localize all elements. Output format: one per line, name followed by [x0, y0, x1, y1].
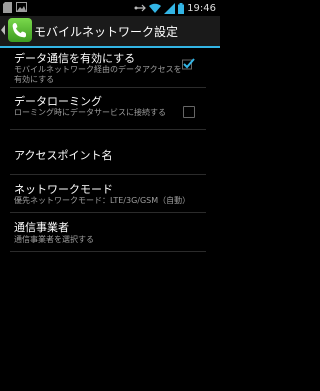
setting-network-mode[interactable]: ネットワークモード 優先ネットワークモード：LTE/3G/GSM（自動）: [0, 176, 220, 212]
action-bar: モバイルネットワーク設定: [0, 16, 220, 46]
battery-icon: [178, 2, 185, 14]
setting-title: ネットワークモード: [14, 183, 113, 196]
setting-access-point-names[interactable]: アクセスポイント名: [0, 132, 220, 174]
image-icon: [16, 2, 27, 12]
notification-icons: [3, 2, 27, 13]
setting-summary: モバイルネットワーク経由のデータアクセスを有効にする: [14, 65, 182, 84]
divider: [10, 212, 206, 213]
phone-settings-icon: [8, 18, 32, 42]
setting-summary: 優先ネットワークモード：LTE/3G/GSM（自動）: [14, 196, 191, 205]
setting-title: データ通信を有効にする: [14, 52, 136, 65]
divider: [10, 129, 206, 130]
setting-summary: ローミング時にデータサービスに接続する: [14, 108, 166, 117]
up-button[interactable]: [0, 16, 34, 46]
data-enabled-checkbox[interactable]: [181, 57, 195, 71]
signal-icon: [164, 2, 176, 14]
setting-title: アクセスポイント名: [14, 149, 113, 162]
setting-network-operator[interactable]: 通信事業者 通信事業者を選択する: [0, 214, 220, 250]
back-caret-icon: [1, 25, 5, 35]
setting-title: 通信事業者: [14, 221, 69, 234]
divider: [10, 251, 206, 252]
divider: [10, 174, 206, 175]
setting-title: データローミング: [14, 95, 102, 108]
wifi-icon: [149, 3, 162, 13]
divider: [10, 87, 206, 88]
sd-card-icon: [3, 2, 12, 13]
page-title: モバイルネットワーク設定: [34, 25, 179, 39]
data-roaming-checkbox[interactable]: [183, 106, 195, 118]
setting-data-enabled[interactable]: データ通信を有効にする モバイルネットワーク経由のデータアクセスを有効にする: [0, 48, 220, 86]
usb-icon: [134, 4, 147, 12]
setting-summary: 通信事業者を選択する: [14, 235, 94, 244]
clock: 19:46: [187, 2, 216, 14]
setting-data-roaming[interactable]: データローミング ローミング時にデータサービスに接続する: [0, 90, 220, 128]
status-bar: 19:46: [0, 0, 220, 16]
